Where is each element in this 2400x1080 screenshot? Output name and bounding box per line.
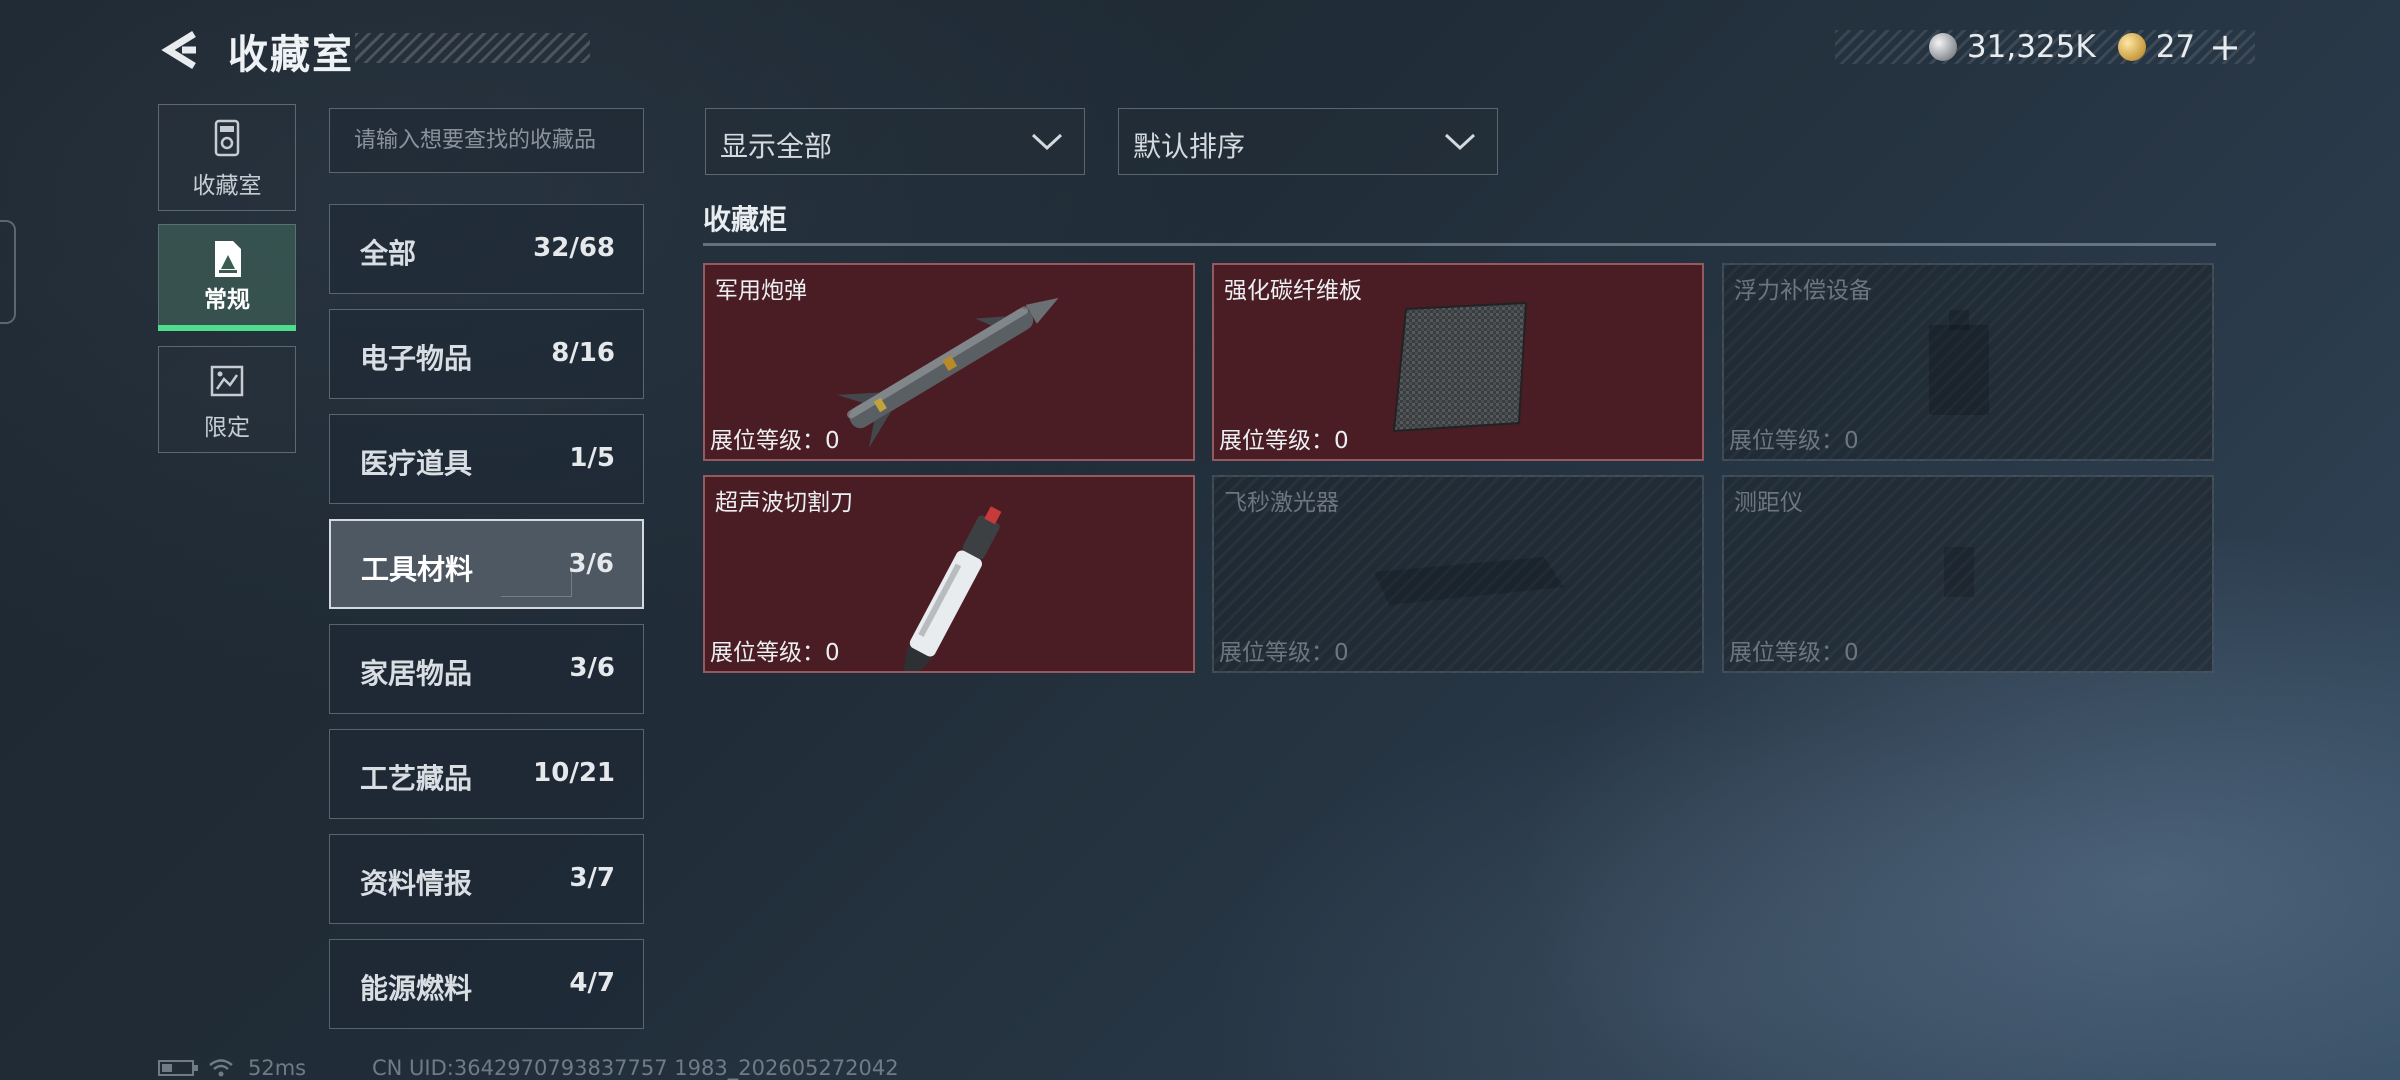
item-card-carbon-fiber-plate[interactable]: 强化碳纤维板 展位等级：0 — [1212, 263, 1704, 461]
uid-label: CN UID:3642970793837757 1983_20260527204… — [372, 1056, 899, 1080]
item-card-femtosecond-laser[interactable]: 飞秒激光器 展位等级：0 — [1212, 475, 1704, 673]
display-filter-dropdown[interactable]: 显示全部 — [705, 108, 1085, 175]
sort-dropdown[interactable]: 默认排序 — [1118, 108, 1498, 175]
wifi-icon — [209, 1059, 233, 1077]
limited-icon — [210, 365, 244, 397]
item-level: 展位等级：0 — [1219, 428, 1349, 454]
rail-tab-limited[interactable]: 限定 — [158, 346, 296, 453]
category-name: 家居物品 — [360, 657, 473, 690]
category-name: 能源燃料 — [360, 972, 473, 1005]
category-medical[interactable]: 医疗道具 1/5 — [329, 414, 644, 504]
collection-icon — [214, 119, 240, 157]
category-count: 3/6 — [568, 549, 614, 579]
back-arrow-icon — [161, 31, 196, 69]
category-count: 3/6 — [569, 653, 615, 683]
section-divider — [703, 243, 2216, 246]
item-level: 展位等级：0 — [1729, 428, 1859, 454]
category-count: 4/7 — [569, 968, 615, 998]
page-title: 收藏室 — [228, 32, 354, 78]
gold-balance: 27 — [2155, 29, 2196, 65]
rail-tab-label: 限定 — [204, 415, 250, 441]
item-card-buoyancy-compensator[interactable]: 浮力补偿设备 展位等级：0 — [1722, 263, 2214, 461]
category-energy-fuel[interactable]: 能源燃料 4/7 — [329, 939, 644, 1029]
category-name: 全部 — [360, 237, 417, 270]
rail-tab-label: 收藏室 — [192, 173, 262, 199]
category-name: 工具材料 — [361, 553, 474, 586]
item-card-ultrasonic-cutter[interactable]: 超声波切割刀 展位等级：0 — [703, 475, 1195, 673]
category-name: 电子物品 — [360, 342, 473, 375]
currency-bar: 31,325K 27 + — [1835, 25, 2255, 69]
document-icon — [215, 241, 241, 277]
dropdown-value: 默认排序 — [1133, 130, 1246, 163]
item-name: 强化碳纤维板 — [1224, 278, 1362, 304]
category-count: 32/68 — [533, 233, 615, 263]
category-count: 1/5 — [569, 443, 615, 473]
category-electronics[interactable]: 电子物品 8/16 — [329, 309, 644, 399]
chevron-down-icon — [1031, 133, 1063, 151]
search-input[interactable] — [329, 108, 644, 173]
category-tools-materials[interactable]: 工具材料 3/6 — [329, 519, 644, 609]
back-button[interactable] — [158, 28, 206, 72]
category-count: 8/16 — [551, 338, 615, 368]
gold-coin-icon — [2117, 33, 2146, 61]
active-tab-indicator — [158, 325, 296, 331]
item-level: 展位等级：0 — [710, 640, 840, 666]
category-name: 工艺藏品 — [360, 762, 473, 795]
silver-balance: 31,325K — [1966, 29, 2096, 65]
item-card-rangefinder[interactable]: 测距仪 展位等级：0 — [1722, 475, 2214, 673]
chevron-down-icon — [1444, 133, 1476, 151]
item-name: 测距仪 — [1734, 490, 1803, 516]
category-all[interactable]: 全部 32/68 — [329, 204, 644, 294]
rail-tab-normal[interactable]: 常规 — [158, 224, 296, 331]
category-intel[interactable]: 资料情报 3/7 — [329, 834, 644, 924]
section-title: 收藏柜 — [703, 203, 788, 236]
item-name: 军用炮弹 — [715, 278, 807, 304]
status-bar: 52ms — [158, 1056, 306, 1080]
item-card-artillery-shell[interactable]: 军用炮弹 展位等级：0 — [703, 263, 1195, 461]
silver-coin-icon — [1928, 33, 1957, 61]
item-name: 超声波切割刀 — [715, 490, 853, 516]
battery-icon — [158, 1060, 198, 1076]
selected-decoration — [501, 570, 572, 597]
rail-tab-label: 常规 — [204, 287, 250, 313]
category-name: 资料情报 — [360, 867, 473, 900]
add-currency-button[interactable]: + — [2209, 25, 2241, 69]
category-name: 医疗道具 — [360, 447, 473, 480]
category-count: 10/21 — [533, 758, 615, 788]
category-count: 3/7 — [569, 863, 615, 893]
item-level: 展位等级：0 — [1219, 640, 1349, 666]
dropdown-value: 显示全部 — [720, 130, 833, 163]
title-decoration — [355, 33, 590, 63]
item-name: 飞秒激光器 — [1224, 490, 1339, 516]
item-level: 展位等级：0 — [1729, 640, 1859, 666]
category-household[interactable]: 家居物品 3/6 — [329, 624, 644, 714]
ping-readout: 52ms — [248, 1056, 307, 1080]
side-drawer-handle[interactable] — [0, 220, 16, 324]
item-name: 浮力补偿设备 — [1734, 278, 1872, 304]
item-level: 展位等级：0 — [710, 428, 840, 454]
category-crafts[interactable]: 工艺藏品 10/21 — [329, 729, 644, 819]
rail-tab-collection[interactable]: 收藏室 — [158, 104, 296, 211]
